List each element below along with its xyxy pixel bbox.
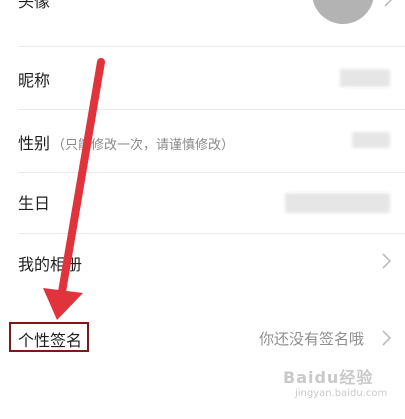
annotation-arrow [43, 58, 105, 320]
watermark: Baidu经验 jingyan.baidu.com [283, 370, 387, 402]
watermark-url: jingyan.baidu.com [295, 388, 388, 399]
watermark-logo-text: Baidu经验 [283, 368, 374, 387]
